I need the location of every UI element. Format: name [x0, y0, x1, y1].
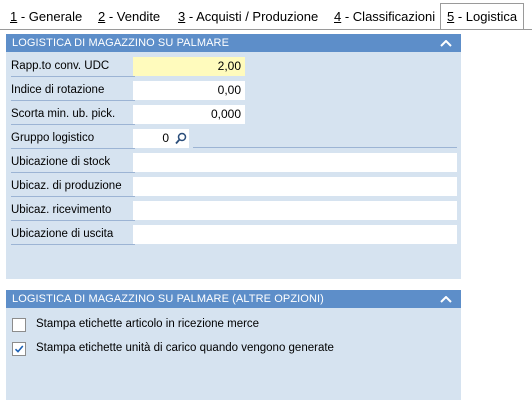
tab-classificazioni[interactable]: 4 - Classificazioni [334, 6, 435, 28]
row-gruppo-logistico: Gruppo logistico 0 [6, 129, 461, 151]
gruppo-logistico-field[interactable]: 0 [133, 129, 173, 148]
panel-title: LOGISTICA DI MAGAZZINO SU PALMARE [12, 37, 230, 49]
tab-bar: 1 - Generale 2 - Vendite 3 - Acquisti / … [0, 0, 532, 30]
scorta-min-label: Scorta min. ub. pick. [11, 105, 135, 125]
gruppo-logistico-label: Gruppo logistico [11, 129, 135, 149]
ubicazione-produzione-label: Ubicaz. di produzione [11, 177, 135, 197]
panel-header: LOGISTICA DI MAGAZZINO SU PALMARE (ALTRE… [6, 290, 461, 308]
panel-title: LOGISTICA DI MAGAZZINO SU PALMARE (ALTRE… [12, 293, 324, 305]
checkbox[interactable] [12, 318, 26, 332]
row-scorta-min: Scorta min. ub. pick. 0,000 [6, 105, 461, 127]
gruppo-logistico-description [193, 147, 457, 148]
ubicazione-uscita-field[interactable] [133, 225, 457, 244]
ubicazione-stock-label: Ubicazione di stock [11, 153, 135, 173]
row-indice-rotazione: Indice di rotazione 0,00 [6, 81, 461, 103]
ubicazione-produzione-field[interactable] [133, 177, 457, 196]
collapse-button[interactable] [439, 34, 453, 52]
chevron-up-icon [440, 40, 452, 47]
chevron-up-icon [440, 296, 452, 303]
gruppo-logistico-lookup-button[interactable] [173, 129, 189, 148]
tab-logistica[interactable]: 5 - Logistica [440, 3, 525, 30]
tab-vendite[interactable]: 2 - Vendite [98, 6, 160, 28]
option-label: Stampa etichette articolo in ricezione m… [36, 318, 260, 330]
tab-acquisti-produzione[interactable]: 3 - Acquisti / Produzione [178, 6, 318, 28]
panel-logistica-altre-opzioni: LOGISTICA DI MAGAZZINO SU PALMARE (ALTRE… [6, 290, 461, 400]
row-rapp-conv-udc: Rapp.to conv. UDC 2,00 [6, 57, 461, 79]
row-ubicazione-uscita: Ubicazione di uscita [6, 225, 461, 247]
ubicazione-uscita-label: Ubicazione di uscita [11, 225, 135, 245]
checkbox[interactable] [12, 342, 26, 356]
indice-rotazione-field[interactable]: 0,00 [133, 81, 245, 100]
checkmark-icon [14, 345, 24, 353]
rapp-conv-udc-field[interactable]: 2,00 [133, 57, 245, 76]
search-icon [175, 132, 187, 145]
indice-rotazione-label: Indice di rotazione [11, 81, 135, 101]
row-ubicazione-produzione: Ubicaz. di produzione [6, 177, 461, 199]
tab-generale[interactable]: 1 - Generale [10, 6, 82, 28]
tab-divider [0, 29, 532, 30]
panel-logistica-palmare: LOGISTICA DI MAGAZZINO SU PALMARE Rapp.t… [6, 34, 461, 279]
ubicazione-ricevimento-field[interactable] [133, 201, 457, 220]
scorta-min-field[interactable]: 0,000 [133, 105, 245, 124]
ubicazione-ricevimento-label: Ubicaz. ricevimento [11, 201, 135, 221]
ubicazione-stock-field[interactable] [133, 153, 457, 172]
panel-header: LOGISTICA DI MAGAZZINO SU PALMARE [6, 34, 461, 52]
option-label: Stampa etichette unità di carico quando … [36, 342, 334, 354]
rapp-conv-udc-label: Rapp.to conv. UDC [11, 57, 135, 77]
row-ubicazione-ricevimento: Ubicaz. ricevimento [6, 201, 461, 223]
row-ubicazione-stock: Ubicazione di stock [6, 153, 461, 175]
collapse-button[interactable] [439, 290, 453, 308]
